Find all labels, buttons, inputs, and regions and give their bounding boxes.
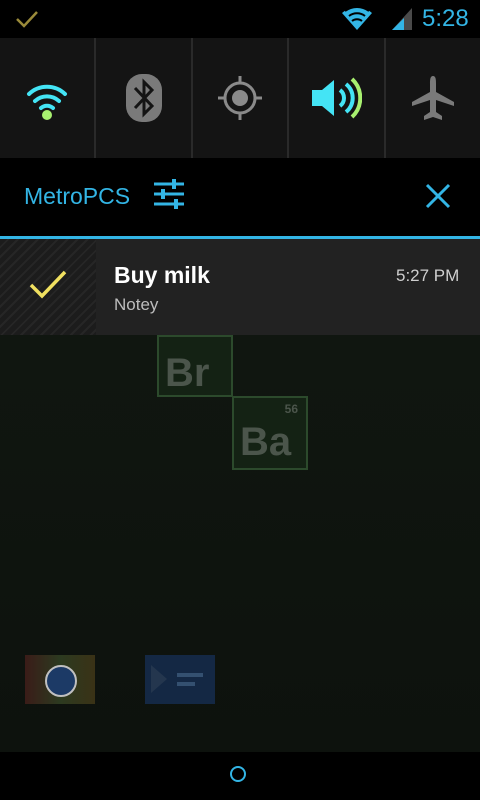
notification-item[interactable]: Buy milk Notey 5:27 PM xyxy=(0,239,480,335)
wallpaper-element-br: Br xyxy=(157,335,233,397)
status-time: 5:28 xyxy=(422,5,469,32)
wifi-icon xyxy=(27,84,68,120)
home-handle-icon[interactable] xyxy=(230,766,246,782)
check-icon xyxy=(16,11,38,28)
element-symbol: Br xyxy=(165,351,210,395)
tile-airplane[interactable] xyxy=(385,38,480,158)
tile-location[interactable] xyxy=(192,38,290,158)
status-bar: 5:28 xyxy=(0,0,480,38)
volume-icon xyxy=(312,77,363,119)
element-symbol: Ba xyxy=(240,420,292,464)
notification-time: 5:27 PM xyxy=(396,266,460,285)
wallpaper-element-ba: 56 Ba xyxy=(232,396,308,470)
message-arrow-icon xyxy=(151,665,167,693)
message-line-icon xyxy=(177,682,195,686)
airplane-icon xyxy=(411,76,454,120)
wifi-icon xyxy=(342,6,372,30)
chrome-center-icon xyxy=(45,665,77,697)
notification-app: Notey xyxy=(114,295,159,314)
notification-header: MetroPCS xyxy=(0,158,480,236)
messaging-app-icon[interactable] xyxy=(145,655,215,704)
tile-bluetooth[interactable] xyxy=(96,38,193,158)
location-icon xyxy=(218,76,263,120)
chrome-app-icon[interactable] xyxy=(25,655,95,704)
message-line-icon xyxy=(177,673,203,677)
notification-title: Buy milk xyxy=(114,262,210,288)
settings-sliders-icon[interactable] xyxy=(152,178,186,210)
check-icon xyxy=(29,270,67,299)
tile-wifi[interactable] xyxy=(0,38,97,158)
notification-icon-box xyxy=(0,239,96,335)
signal-icon xyxy=(392,8,412,30)
quick-settings xyxy=(0,38,480,158)
element-number: 56 xyxy=(284,402,298,416)
carrier-name: MetroPCS xyxy=(24,183,131,209)
close-icon[interactable] xyxy=(424,182,452,210)
bluetooth-icon xyxy=(125,74,162,122)
tile-volume[interactable] xyxy=(289,38,386,158)
